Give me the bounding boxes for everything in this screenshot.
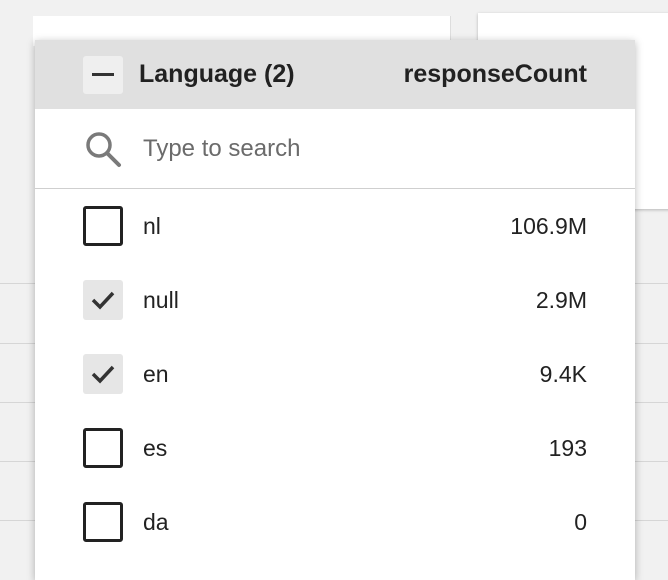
option-count: 0 [574, 508, 587, 535]
check-icon [91, 291, 115, 310]
checkbox-en[interactable] [83, 354, 123, 394]
list-item[interactable]: null 2.9M [35, 263, 635, 337]
checkbox-nl[interactable] [83, 206, 123, 246]
list-item[interactable]: en 9.4K [35, 337, 635, 411]
search-input[interactable] [143, 134, 563, 163]
search-row [35, 109, 635, 189]
list-item[interactable]: da 0 [35, 485, 635, 559]
option-label: nl [143, 212, 161, 239]
search-icon [86, 131, 121, 167]
list-item[interactable]: es 193 [35, 411, 635, 485]
checkbox-null[interactable] [83, 280, 123, 320]
checkbox-es[interactable] [83, 428, 123, 468]
collapse-button[interactable] [83, 55, 123, 94]
option-count: 193 [548, 434, 587, 461]
filter-title: Language (2) [139, 60, 295, 88]
filter-header: Language (2) responseCount [35, 40, 635, 109]
filter-dropdown-panel: Language (2) responseCount nl 106.9M nul… [35, 40, 635, 580]
option-list: nl 106.9M null 2.9M en 9.4K es 193 da 0 [35, 189, 635, 559]
option-count: 9.4K [539, 360, 587, 387]
option-count: 2.9M [535, 286, 587, 313]
option-label: es [143, 434, 168, 461]
checkbox-da[interactable] [83, 502, 123, 542]
option-count: 106.9M [510, 212, 587, 239]
metric-label: responseCount [403, 60, 587, 88]
check-icon [91, 365, 115, 384]
option-label: da [143, 508, 169, 535]
list-item[interactable]: nl 106.9M [35, 189, 635, 263]
option-label: null [143, 286, 179, 313]
option-label: en [143, 360, 169, 387]
minus-icon [92, 73, 114, 76]
